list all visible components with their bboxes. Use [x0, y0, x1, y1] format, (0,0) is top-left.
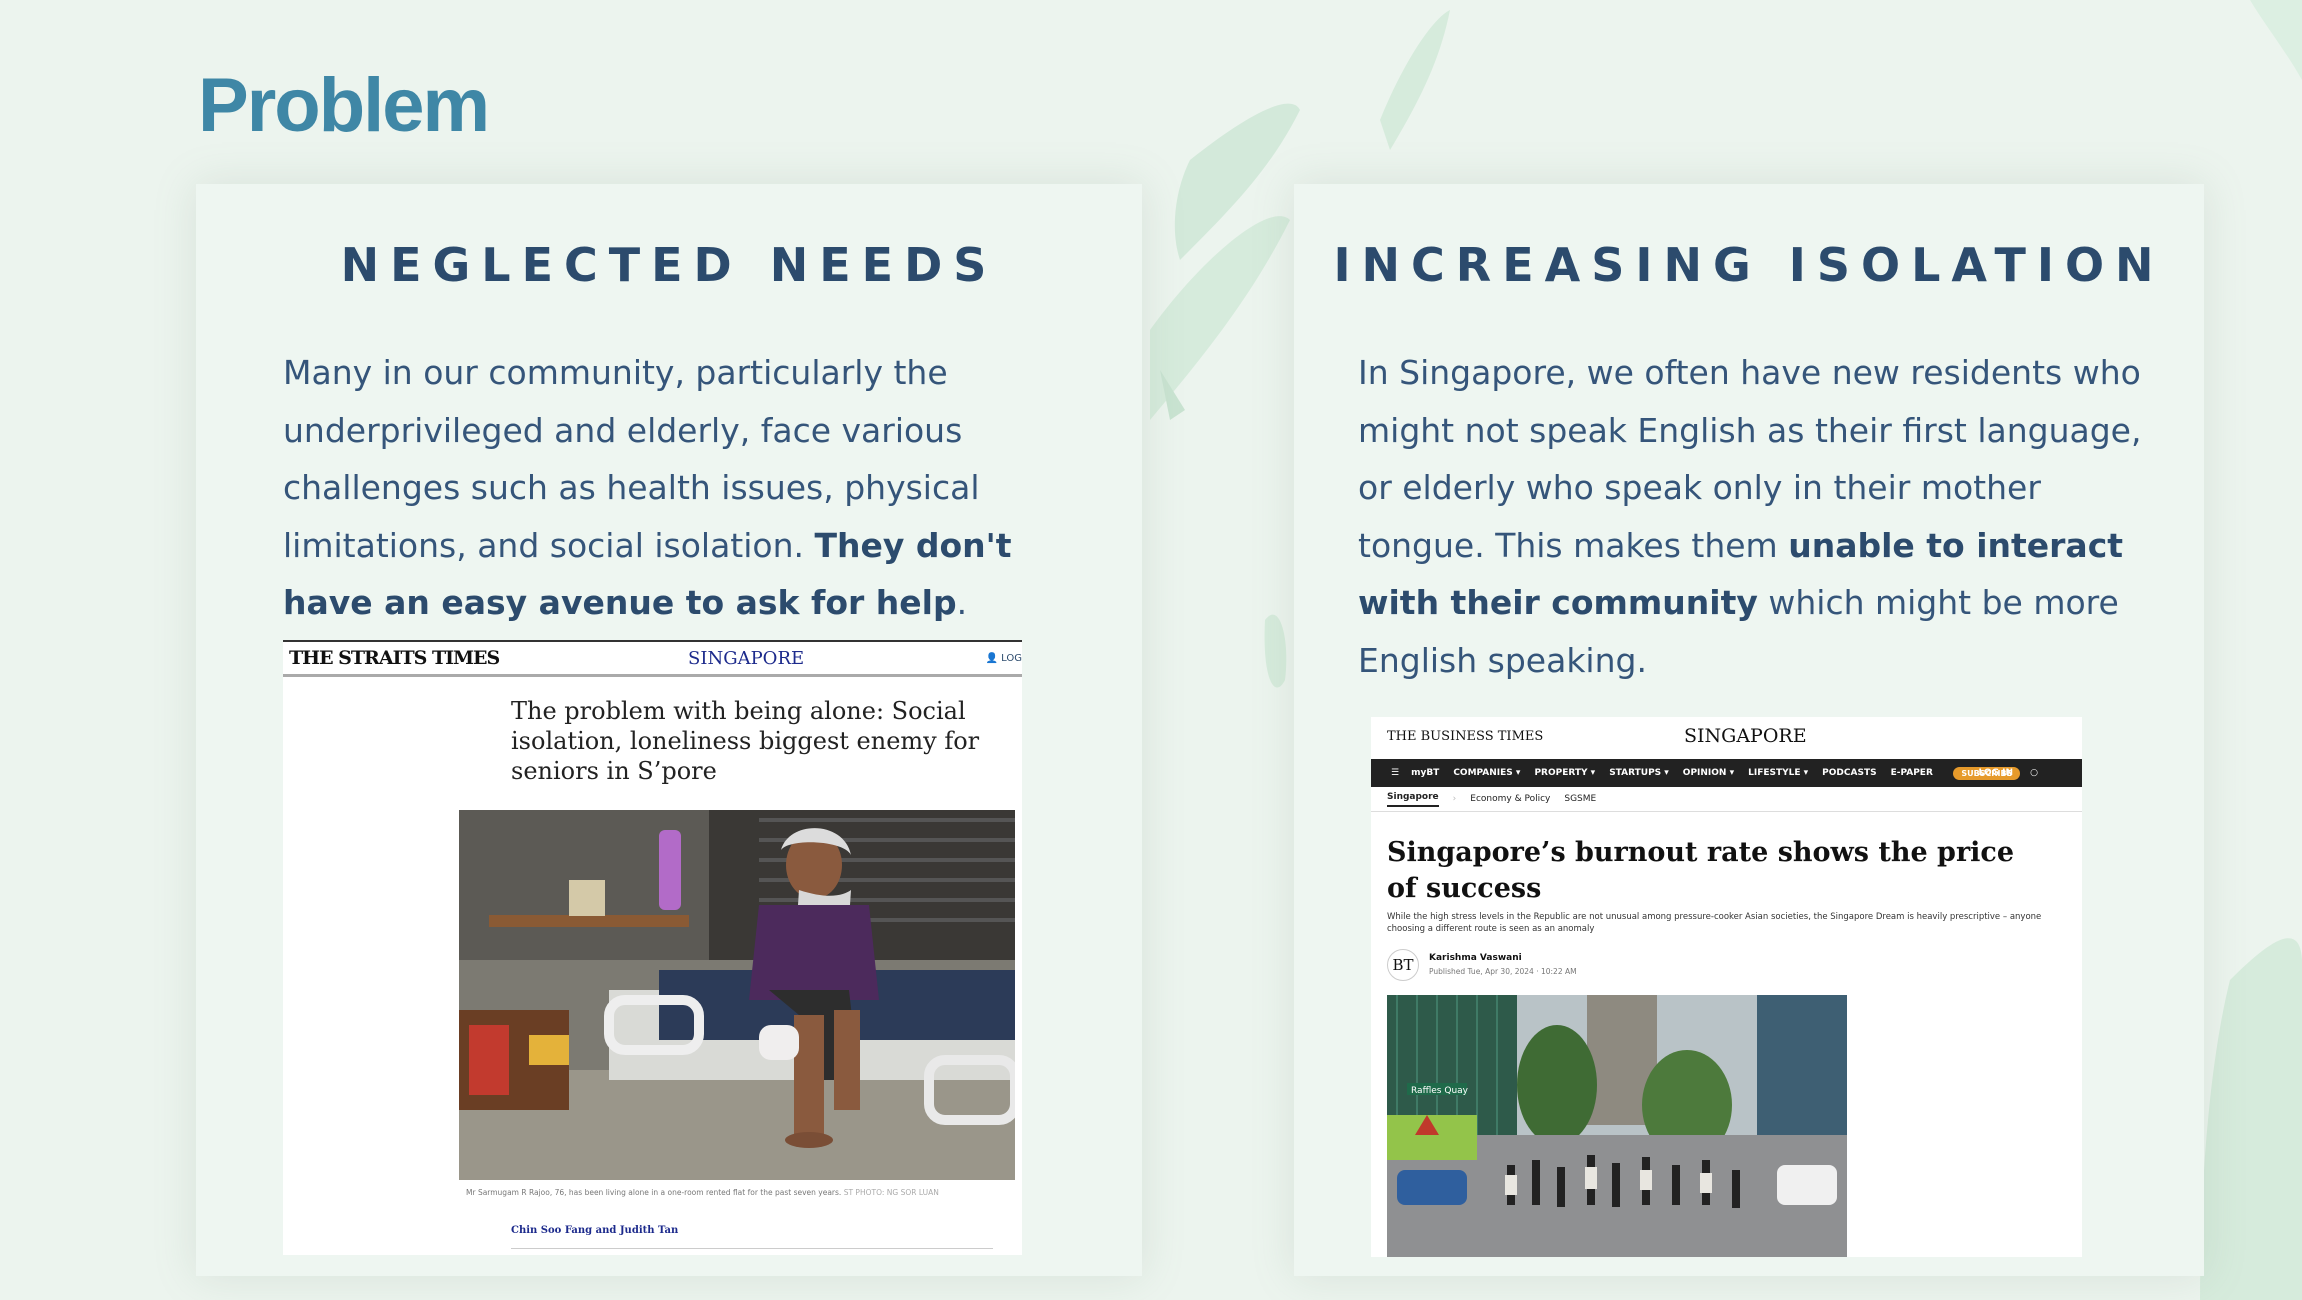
photo-caption: Mr Sarmugam R Rajoo, 76, has been living…: [466, 1188, 939, 1197]
straits-times-header: THE STRAITS TIMES SINGAPORE 👤 LOG: [283, 640, 1022, 677]
user-icon: 👤: [985, 652, 998, 664]
nav-item: myBT: [1411, 768, 1440, 778]
publish-date: Published Tue, Apr 30, 2024 · 10:22 AM: [1429, 967, 1577, 976]
login-label: LOG: [1001, 652, 1022, 664]
article-photo-street-crowd: Raffles Quay: [1387, 995, 1847, 1257]
section-label: SINGAPORE: [1684, 725, 1807, 747]
author-avatar: BT: [1387, 949, 1419, 981]
business-times-article-screenshot: THE BUSINESS TIMES SINGAPORE ☰ myBT COMP…: [1371, 717, 2082, 1257]
hamburger-menu-icon: ☰: [1391, 768, 1400, 778]
card-heading: INCREASING ISOLATION: [1333, 238, 2165, 292]
breadcrumb-active: Singapore: [1387, 792, 1439, 807]
nav-item: E-PAPER: [1890, 768, 1933, 778]
chevron-right-icon: ›: [1452, 794, 1457, 804]
straits-times-logo: THE STRAITS TIMES: [289, 647, 500, 669]
straits-times-article-screenshot: THE STRAITS TIMES SINGAPORE 👤 LOG The pr…: [283, 640, 1022, 1255]
photo-credit: ST PHOTO: NG SOR LUAN: [843, 1188, 939, 1197]
article-photo-elderly-man: [459, 810, 1015, 1180]
page-title: Problem: [198, 63, 490, 148]
increasing-isolation-card: INCREASING ISOLATION In Singapore, we of…: [1294, 184, 2204, 1276]
nav-item: PODCASTS: [1822, 768, 1877, 778]
login-link: 👤 LOG: [986, 653, 1022, 664]
section-label: SINGAPORE: [688, 647, 805, 669]
nav-item: PROPERTY ▾: [1534, 768, 1596, 778]
breadcrumb: Singapore › Economy & Policy SGSME: [1371, 787, 2082, 812]
nav-item: LIFESTYLE ▾: [1748, 768, 1809, 778]
article-headline: The problem with being alone: Social iso…: [511, 697, 980, 785]
business-times-header: THE BUSINESS TIMES SINGAPORE: [1371, 717, 2082, 759]
card-body-text: In Singapore, we often have new resident…: [1358, 344, 2168, 689]
body-end: .: [956, 583, 968, 622]
nav-item: OPINION ▾: [1682, 768, 1735, 778]
article-headline: Singapore’s burnout rate shows the price…: [1387, 837, 2015, 904]
search-icon: ○: [2030, 768, 2038, 778]
login-link: LOG IN ○: [1979, 768, 2052, 778]
nav-item: COMPANIES ▾: [1453, 768, 1521, 778]
caption-text: Mr Sarmugam R Rajoo, 76, has been living…: [466, 1188, 842, 1197]
card-body-text: Many in our community, particularly the …: [283, 344, 1073, 632]
nav-item: STARTUPS ▾: [1609, 768, 1669, 778]
business-times-nav: ☰ myBT COMPANIES ▾ PROPERTY ▾ STARTUPS ▾…: [1371, 759, 2082, 787]
street-sign-text: Raffles Quay: [1411, 1086, 1469, 1096]
neglected-needs-card: NEGLECTED NEEDS Many in our community, p…: [196, 184, 1142, 1276]
breadcrumb-item: SGSME: [1564, 794, 1597, 804]
card-heading: NEGLECTED NEEDS: [340, 238, 998, 292]
divider: [511, 1248, 993, 1249]
business-times-logo: THE BUSINESS TIMES: [1387, 729, 1544, 744]
article-byline: Chin Soo Fang and Judith Tan: [511, 1225, 679, 1236]
article-dek: While the high stress levels in the Repu…: [1387, 912, 2042, 934]
author-name: Karishma Vaswani: [1429, 953, 1522, 963]
breadcrumb-item: Economy & Policy: [1470, 794, 1551, 804]
login-label: LOG IN: [1978, 768, 2013, 778]
